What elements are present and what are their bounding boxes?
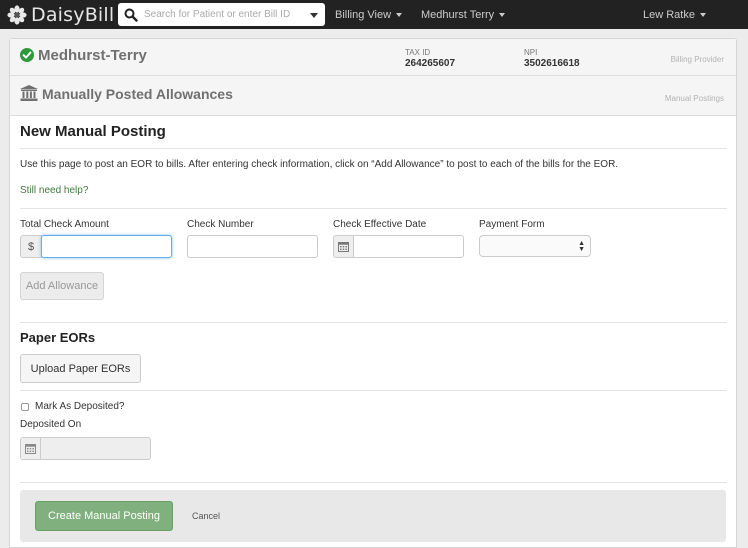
deposited-calendar-addon [20,437,41,460]
check-number-label: Check Number [187,219,254,230]
select-arrows-icon: ▲ ▼ [578,240,585,253]
mark-deposited-label: Mark As Deposited? [35,401,125,412]
check-effective-date-input[interactable] [353,235,464,258]
tax-id-value: 264265607 [405,58,456,69]
form-heading: New Manual Posting [20,123,166,140]
npi-value: 3502616618 [524,58,580,69]
create-manual-posting-button[interactable]: Create Manual Posting [35,501,173,531]
npi-block: NPI 3502616618 [524,48,580,69]
page-title: Manually Posted Allowances [42,86,233,102]
nav-practice-label: Medhurst Terry [421,9,495,21]
deposited-on-label: Deposited On [20,419,82,430]
deposited-on-input[interactable] [40,437,151,460]
search-placeholder: Search for Patient or enter Bill ID [144,9,291,20]
nav-practice[interactable]: Medhurst Terry [421,9,506,21]
paper-eors-heading: Paper EORs [20,330,96,345]
total-check-amount-label: Total Check Amount [20,219,109,230]
manual-postings-label: Manual Postings [664,94,724,103]
tax-id-block: TAX ID 264265607 [405,48,455,69]
divider [20,208,727,209]
nav-user-label: Lew Ratke [643,9,695,21]
chevron-down-icon [396,13,403,18]
add-allowance-button[interactable]: Add Allowance [20,272,104,300]
nav-user[interactable]: Lew Ratke [643,9,706,21]
divider [20,148,727,149]
mark-deposited-checkbox[interactable] [21,403,29,411]
calendar-icon [338,242,349,252]
provider-name[interactable]: Medhurst-Terry [38,47,147,64]
payment-form-select[interactable]: ▲ ▼ [479,235,591,257]
search-input[interactable]: Search for Patient or enter Bill ID [118,3,325,26]
check-circle-icon [20,48,34,62]
billing-provider-label: Billing Provider [670,55,724,64]
total-check-amount-input[interactable] [41,235,172,258]
calendar-icon [25,444,36,454]
divider [20,390,727,391]
brand-logo[interactable]: DaisyBill [7,3,114,26]
divider [20,322,727,323]
brand-name: DaisyBill [31,3,115,26]
nav-billing-view-label: Billing View [335,9,392,21]
search-icon [124,8,138,22]
check-number-input[interactable] [187,235,318,258]
provider-header: Medhurst-Terry TAX ID 264265607 NPI 3502… [10,39,736,76]
upload-paper-eors-button[interactable]: Upload Paper EORs [20,354,141,383]
tax-id-label: TAX ID [405,48,431,57]
intro-text: Use this page to post an EOR to bills. A… [20,159,619,170]
calendar-addon[interactable] [333,235,354,258]
payment-form-label: Payment Form [479,219,545,230]
top-navbar: DaisyBill Search for Patient or enter Bi… [0,0,748,29]
nav-billing-view[interactable]: Billing View [335,9,403,21]
main-panel: Medhurst-Terry TAX ID 264265607 NPI 3502… [9,38,737,548]
page-header: Manually Posted Allowances Manual Postin… [10,76,736,116]
help-link[interactable]: Still need help? [20,185,88,196]
divider [20,482,727,483]
chevron-down-icon [699,13,706,18]
chevron-down-icon [499,13,506,18]
bank-icon [20,85,38,101]
npi-label: NPI [524,48,538,57]
daisy-icon [7,4,27,25]
chevron-down-icon[interactable] [310,13,318,18]
currency-addon: $ [20,235,42,258]
cancel-link[interactable]: Cancel [192,511,220,521]
check-effective-date-label: Check Effective Date [333,219,427,230]
